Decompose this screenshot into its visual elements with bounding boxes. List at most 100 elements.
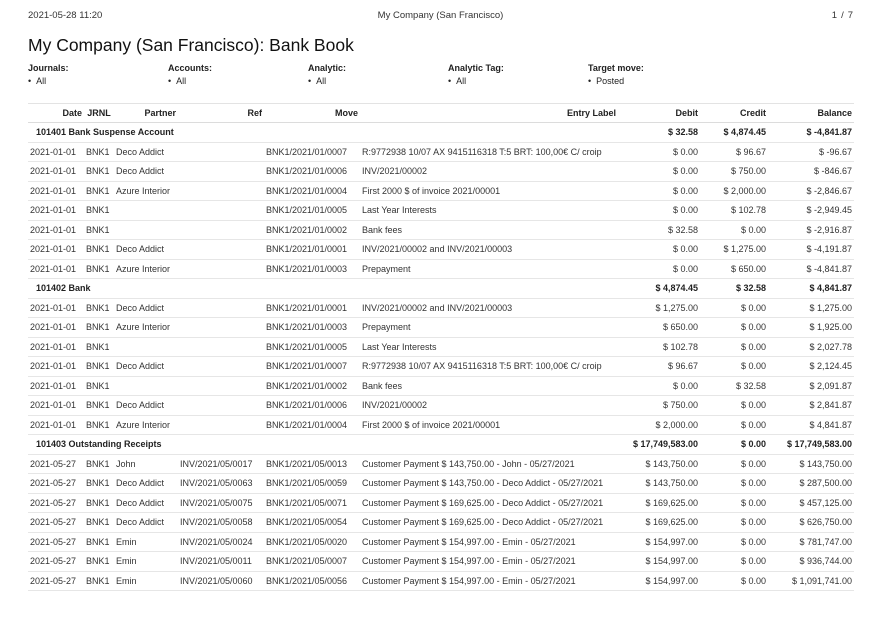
- cell-entry-label: Last Year Interests: [360, 337, 618, 357]
- cell-partner: Deco Addict: [114, 493, 178, 513]
- cell-move: BNK1/2021/01/0007: [264, 142, 360, 162]
- table-body: 101401 Bank Suspense Account $ 32.58 $ 4,8…: [28, 122, 854, 591]
- cell-move: BNK1/2021/05/0059: [264, 473, 360, 494]
- cell-debit: $ 143,750.00: [618, 473, 700, 494]
- cell-debit: $ 2,000.00: [618, 415, 700, 435]
- cell-date: 2021-05-27: [28, 551, 84, 572]
- cell-ref: INV/2021/05/0058: [178, 512, 264, 533]
- cell-partner: Emin: [114, 532, 178, 552]
- cell-date: 2021-05-27: [28, 454, 84, 474]
- account-debit: $ 32.58: [618, 122, 700, 143]
- page-separator: /: [841, 10, 844, 21]
- cell-ref: [178, 356, 264, 377]
- cell-ref: [178, 181, 264, 201]
- cell-debit: $ 102.78: [618, 337, 700, 357]
- cell-date: 2021-01-01: [28, 142, 84, 162]
- col-date: Date: [28, 103, 84, 123]
- cell-date: 2021-01-01: [28, 161, 84, 182]
- filter-journals: Journals: All: [28, 63, 168, 86]
- cell-balance: $ 1,925.00: [768, 317, 854, 338]
- cell-jrnl: BNK1: [84, 142, 114, 162]
- account-credit: $ 32.58: [700, 278, 768, 299]
- cell-date: 2021-05-27: [28, 571, 84, 591]
- table-row: 2021-01-01 BNK1 BNK1/2021/01/0005 Last Year…: [28, 337, 854, 357]
- cell-ref: [178, 337, 264, 357]
- cell-entry-label: First 2000 $ of invoice 2021/00001: [360, 415, 618, 435]
- cell-partner: Azure Interior: [114, 317, 178, 338]
- cell-credit: $ 0.00: [700, 337, 768, 357]
- cell-debit: $ 0.00: [618, 239, 700, 260]
- cell-credit: $ 750.00: [700, 161, 768, 182]
- report-title: My Company (San Francisco): Bank Book: [28, 35, 354, 55]
- account-group-row: 101402 Bank $ 4,874.45 $ 32.58 $ 4,841.87: [28, 278, 854, 299]
- table-row: 2021-01-01 BNK1 Azure Interior BNK1/2021/01…: [28, 181, 854, 201]
- cell-credit: $ 0.00: [700, 317, 768, 338]
- cell-move: BNK1/2021/01/0004: [264, 415, 360, 435]
- cell-balance: $ 2,091.87: [768, 376, 854, 396]
- cell-ref: [178, 415, 264, 435]
- cell-ref: INV/2021/05/0017: [178, 454, 264, 474]
- cell-jrnl: BNK1: [84, 200, 114, 221]
- cell-credit: $ 96.67: [700, 142, 768, 162]
- cell-move: BNK1/2021/01/0002: [264, 376, 360, 396]
- cell-jrnl: BNK1: [84, 571, 114, 591]
- cell-credit: $ 0.00: [700, 493, 768, 513]
- cell-debit: $ 154,997.00: [618, 532, 700, 552]
- cell-date: 2021-01-01: [28, 200, 84, 221]
- cell-credit: $ 0.00: [700, 356, 768, 377]
- account-credit: $ 0.00: [700, 434, 768, 455]
- cell-credit: $ 32.58: [700, 376, 768, 396]
- cell-balance: $ -4,841.87: [768, 259, 854, 279]
- filter-value: Posted: [588, 76, 728, 86]
- cell-partner: Deco Addict: [114, 395, 178, 416]
- account-balance: $ 4,841.87: [768, 278, 854, 299]
- cell-debit: $ 143,750.00: [618, 454, 700, 474]
- cell-jrnl: BNK1: [84, 395, 114, 416]
- cell-date: 2021-01-01: [28, 356, 84, 377]
- cell-partner: Deco Addict: [114, 512, 178, 533]
- table-row: 2021-01-01 BNK1 Deco Addict BNK1/2021/01/00…: [28, 142, 854, 162]
- cell-ref: [178, 239, 264, 260]
- cell-move: BNK1/2021/01/0005: [264, 337, 360, 357]
- cell-balance: $ -2,846.67: [768, 181, 854, 201]
- cell-move: BNK1/2021/05/0007: [264, 551, 360, 572]
- cell-balance: $ -4,191.87: [768, 239, 854, 260]
- col-ref: Ref: [178, 103, 264, 123]
- cell-partner: [114, 337, 178, 357]
- cell-debit: $ 750.00: [618, 395, 700, 416]
- cell-entry-label: Customer Payment $ 169,625.00 - Deco Add…: [360, 493, 618, 513]
- print-company: My Company (San Francisco): [377, 10, 504, 21]
- cell-debit: $ 0.00: [618, 376, 700, 396]
- cell-debit: $ 0.00: [618, 161, 700, 182]
- cell-date: 2021-01-01: [28, 259, 84, 279]
- cell-date: 2021-05-27: [28, 532, 84, 552]
- cell-ref: [178, 317, 264, 338]
- table-row: 2021-01-01 BNK1 Azure Interior BNK1/2021/01…: [28, 415, 854, 435]
- cell-jrnl: BNK1: [84, 551, 114, 572]
- cell-move: BNK1/2021/01/0007: [264, 356, 360, 377]
- cell-partner: Deco Addict: [114, 239, 178, 260]
- filter-label: Analytic:: [308, 63, 347, 73]
- cell-balance: $ -2,916.87: [768, 220, 854, 240]
- cell-balance: $ 2,124.45: [768, 356, 854, 377]
- cell-ref: [178, 200, 264, 221]
- cell-entry-label: Bank fees: [360, 376, 618, 396]
- cell-entry-label: R:9772938 10/07 AX 9415116318 T:5 BRT: 1…: [360, 142, 618, 162]
- cell-partner: Azure Interior: [114, 259, 178, 279]
- cell-jrnl: BNK1: [84, 376, 114, 396]
- cell-entry-label: Customer Payment $ 143,750.00 - John - 0…: [360, 454, 618, 474]
- cell-ref: [178, 220, 264, 240]
- cell-entry-label: Customer Payment $ 154,997.00 - Emin - 0…: [360, 532, 618, 552]
- table-row: 2021-05-27 BNK1 Deco Addict INV/2021/05/007…: [28, 493, 854, 513]
- cell-entry-label: Customer Payment $ 169,625.00 - Deco Add…: [360, 512, 618, 533]
- cell-jrnl: BNK1: [84, 239, 114, 260]
- cell-credit: $ 0.00: [700, 220, 768, 240]
- cell-jrnl: BNK1: [84, 512, 114, 533]
- cell-credit: $ 0.00: [700, 415, 768, 435]
- report-filters: Journals: All Accounts: All Analytic: Al…: [28, 63, 853, 89]
- cell-entry-label: Customer Payment $ 154,997.00 - Emin - 0…: [360, 571, 618, 591]
- cell-ref: [178, 259, 264, 279]
- cell-jrnl: BNK1: [84, 181, 114, 201]
- cell-move: BNK1/2021/01/0002: [264, 220, 360, 240]
- table-row: 2021-05-27 BNK1 Emin INV/2021/05/0024 BNK1/2…: [28, 532, 854, 552]
